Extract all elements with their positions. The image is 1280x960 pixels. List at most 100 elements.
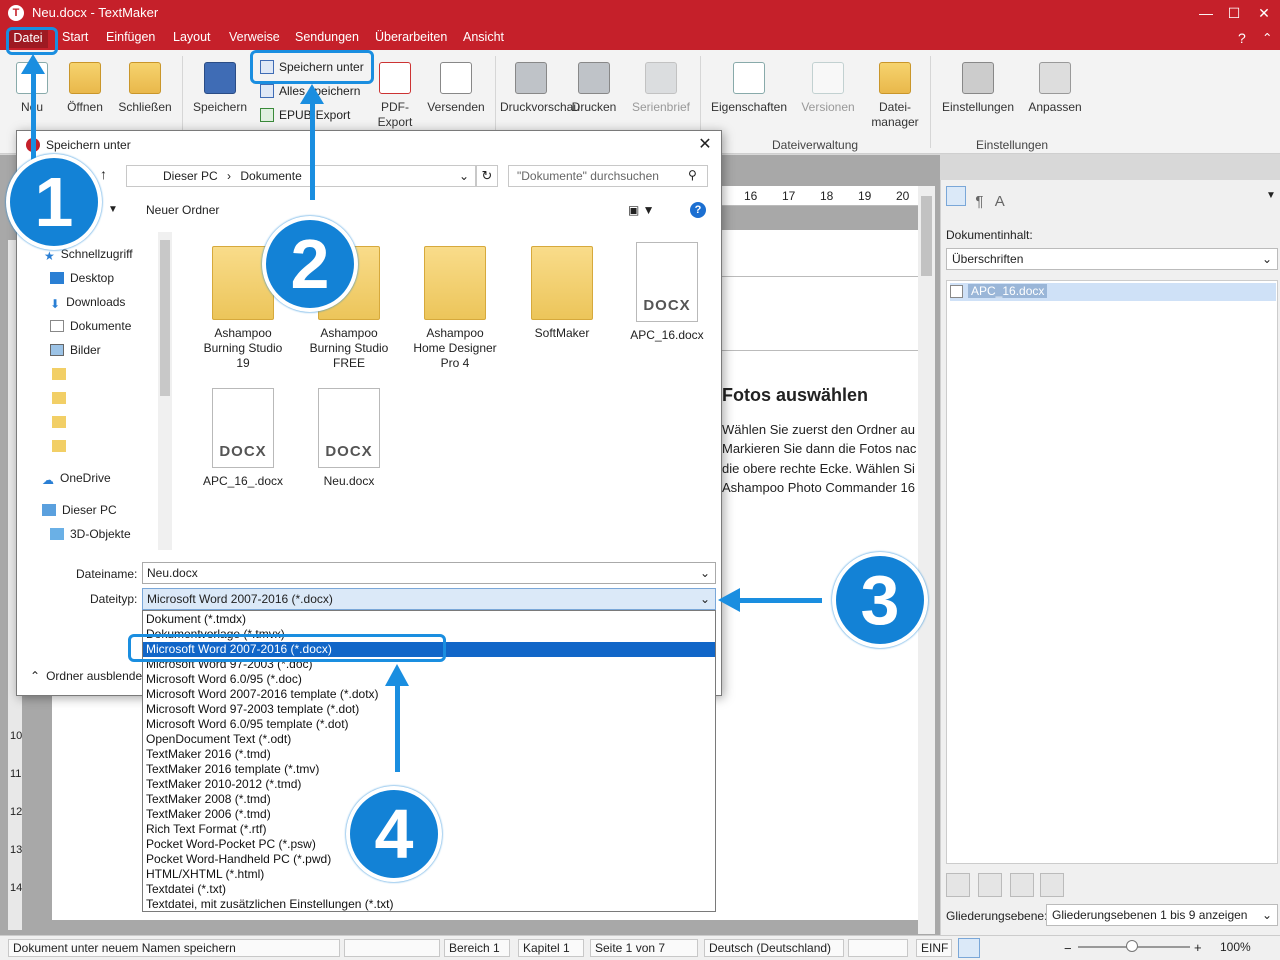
menu-sendungen[interactable]: Sendungen (295, 30, 359, 44)
close-icon[interactable]: ✕ (692, 134, 718, 154)
breadcrumb-dokumente[interactable]: Dokumente (240, 169, 301, 183)
outline-level-select[interactable]: Gliederungsebenen 1 bis 9 anzeigen ⌄ (1046, 904, 1278, 926)
first-icon[interactable] (946, 873, 970, 897)
filename-input[interactable]: Neu.docx ⌄ (142, 562, 716, 584)
menu-start[interactable]: Start (62, 30, 88, 44)
help-icon[interactable]: ? (1238, 30, 1246, 46)
organize-chevron-icon[interactable]: ▼ (108, 204, 118, 215)
scrollbar-thumb[interactable] (921, 196, 932, 276)
last-icon[interactable] (1040, 873, 1064, 897)
filetype-option[interactable]: Dokument (*.tmdx) (146, 612, 712, 627)
zoom-in-icon[interactable]: + (1194, 940, 1202, 955)
docx-file-icon: DOCX (636, 242, 698, 322)
filetype-select[interactable]: Microsoft Word 2007-2016 (*.docx) ⌄ (142, 588, 716, 610)
serienbrief-button[interactable]: Serienbrief (628, 62, 694, 115)
chevron-down-icon[interactable]: ⌄ (459, 169, 469, 183)
pane-menu-icon[interactable]: ▼ (1266, 190, 1276, 201)
hide-folders-button[interactable]: ⌃ Ordner ausblenden (30, 669, 149, 683)
save-all-icon (260, 84, 274, 98)
nav-downloads[interactable]: ⬇ Downloads (50, 295, 125, 311)
navigator-icon[interactable] (946, 186, 966, 206)
pilcrow-icon[interactable]: ¶ (975, 193, 983, 210)
file-item[interactable]: SoftMaker (519, 238, 605, 341)
nav-folder[interactable] (52, 367, 72, 381)
filetype-option[interactable]: Textdatei (*.txt) (146, 882, 712, 897)
horizontal-ruler: 16 17 18 19 20 (690, 186, 920, 206)
menu-einfuegen[interactable]: Einfügen (106, 30, 155, 44)
view-outline-icon[interactable] (986, 938, 1008, 958)
menu-ansicht[interactable]: Ansicht (463, 30, 504, 44)
address-bar[interactable]: Dieser PC › Dokumente ⌄ (126, 165, 476, 187)
filetype-option[interactable]: OpenDocument Text (*.odt) (146, 732, 712, 747)
filetype-option[interactable]: TextMaker 2016 (*.tmd) (146, 747, 712, 762)
versenden-button[interactable]: Versenden (426, 62, 486, 115)
einstellungen-button[interactable]: Einstellungen (938, 62, 1018, 115)
refresh-icon[interactable]: ↻ (476, 165, 498, 187)
pdf-export-button[interactable]: PDF-Export (372, 62, 418, 130)
epub-export-button[interactable]: EPUB-Export (260, 108, 350, 122)
menu-ueberarbeiten[interactable]: Überarbeiten (375, 30, 447, 44)
druckvorschau-button[interactable]: Druckvorschau (500, 62, 580, 115)
collapse-ribbon-icon[interactable]: ⌃ (1262, 30, 1272, 45)
zoom-out-icon[interactable]: − (1064, 941, 1072, 956)
checkbox[interactable] (950, 285, 963, 298)
previous-icon[interactable] (978, 873, 1002, 897)
filetype-option[interactable]: TextMaker 2010-2012 (*.tmd) (146, 777, 712, 792)
title-bar: T Neu.docx - TextMaker — ☐ ✕ (0, 0, 1280, 26)
file-item[interactable]: DOCX APC_16_.docx (200, 384, 286, 489)
filetype-option[interactable]: Microsoft Word 6.0/95 (*.doc) (146, 672, 712, 687)
chevron-down-icon[interactable]: ⌄ (700, 566, 710, 580)
nav-dokumente[interactable]: Dokumente (50, 319, 131, 333)
drucken-button[interactable]: Drucken (566, 62, 622, 115)
oeffnen-button[interactable]: Öffnen (62, 62, 108, 115)
filetype-option[interactable]: TextMaker 2016 template (*.tmv) (146, 762, 712, 777)
menu-verweise[interactable]: Verweise (229, 30, 280, 44)
file-item[interactable]: Ashampoo Home Designer Pro 4 (412, 238, 498, 371)
help-icon[interactable]: ? (690, 202, 706, 218)
filetype-option[interactable]: Microsoft Word 2007-2016 template (*.dot… (146, 687, 712, 702)
nav-desktop[interactable]: Desktop (50, 271, 114, 285)
status-sprache[interactable]: Deutsch (Deutschland) (704, 939, 844, 957)
content-tree[interactable] (946, 280, 1278, 864)
nav-3d-objekte[interactable]: 3D-Objekte (50, 527, 131, 541)
dateimanager-button[interactable]: Datei-manager (866, 62, 924, 130)
nav-bilder[interactable]: Bilder (50, 343, 101, 357)
eigenschaften-button[interactable]: Eigenschaften (708, 62, 790, 115)
schliessen-button[interactable]: Schließen (116, 62, 174, 115)
search-input[interactable]: "Dokumente" durchsuchen (508, 165, 708, 187)
content-type-select[interactable]: Überschriften ⌄ (946, 248, 1278, 270)
nav-scrollbar-thumb[interactable] (160, 240, 170, 396)
versionen-button[interactable]: Versionen (798, 62, 858, 115)
status-mode[interactable]: EINF (916, 939, 952, 957)
zoom-level[interactable]: 100% (1220, 940, 1251, 954)
tree-item[interactable]: APC_16.docx (950, 283, 1276, 301)
filetype-option[interactable]: Textdatei, mit zusätzlichen Einstellunge… (146, 897, 712, 912)
navigation-pane: ★ Schnellzugriff Desktop ⬇ Downloads Dokum… (18, 230, 174, 550)
view-page-icon[interactable] (1010, 938, 1032, 958)
nav-folder[interactable] (52, 415, 72, 429)
nav-folder[interactable] (52, 439, 72, 453)
styles-icon[interactable]: A (995, 193, 1005, 210)
close-icon[interactable]: ✕ (1246, 0, 1280, 26)
document-scrollbar[interactable] (918, 186, 935, 934)
zoom-handle[interactable] (1126, 940, 1138, 952)
next-icon[interactable] (1010, 873, 1034, 897)
body-text-line: Markieren Sie dann die Fotos nac (722, 441, 917, 456)
breadcrumb-dieser-pc[interactable]: Dieser PC (163, 169, 218, 183)
filetype-option[interactable]: Microsoft Word 6.0/95 template (*.dot) (146, 717, 712, 732)
filetype-option[interactable]: HTML/XHTML (*.html) (146, 867, 712, 882)
file-item[interactable]: DOCX Neu.docx (306, 384, 392, 489)
nav-dieser-pc[interactable]: Dieser PC (42, 503, 117, 517)
nav-folder[interactable] (52, 391, 72, 405)
menu-layout[interactable]: Layout (173, 30, 211, 44)
new-folder-button[interactable]: Neuer Ordner (146, 203, 219, 217)
view-normal-icon[interactable] (958, 938, 980, 958)
view-master-icon[interactable] (1036, 938, 1058, 958)
up-arrow-icon[interactable]: ↑ (100, 166, 107, 182)
view-options-icon[interactable]: ▣ ▼ (628, 203, 655, 217)
anpassen-button[interactable]: Anpassen (1024, 62, 1086, 115)
speichern-button[interactable]: Speichern (190, 62, 250, 115)
nav-onedrive[interactable]: ☁ OneDrive (42, 471, 111, 487)
file-item[interactable]: DOCX APC_16.docx (624, 238, 710, 343)
filetype-option[interactable]: Microsoft Word 97-2003 template (*.dot) (146, 702, 712, 717)
